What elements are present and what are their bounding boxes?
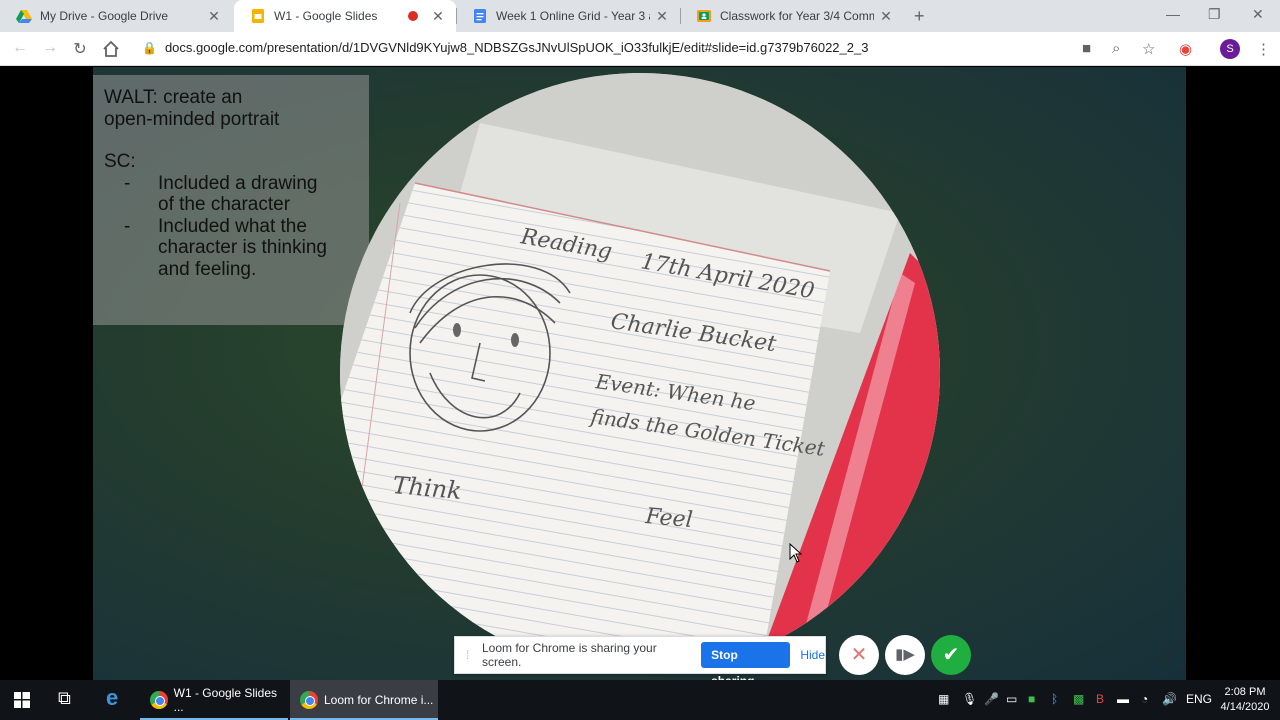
camera-icon[interactable]: ■ (1082, 40, 1091, 57)
cancel-recording-button[interactable]: ✕ (839, 635, 879, 675)
sharing-message: Loom for Chrome is sharing your screen. (481, 641, 657, 669)
slide-text-box: WALT: create an open-minded portrait SC:… (93, 75, 369, 325)
finish-recording-button[interactable]: ✔ (931, 635, 971, 675)
slide-page-number: 3 (1163, 649, 1171, 665)
url-text: docs.google.com/presentation/d/1DVGVNld9… (164, 40, 869, 55)
clock-date: 4/14/2020 (1220, 701, 1270, 713)
bullet-dash: - (124, 215, 131, 237)
criteria-line: of the character (158, 194, 291, 215)
home-icon[interactable] (101, 40, 121, 58)
sc-label: SC: (104, 151, 136, 172)
mic-off-icon[interactable]: 🎙 (962, 692, 977, 706)
pause-recording-button[interactable]: ▮▶ (885, 635, 925, 675)
browser-tab-strip: My Drive - Google Drive ✕ W1 - Google Sl… (0, 0, 1280, 32)
system-clock[interactable]: 2:08 PM 4/14/2020 (1215, 685, 1275, 715)
loom-sharing-bar: ⁞ Loom for Chrome is sharing your screen… (454, 636, 826, 688)
windows-taskbar: ⧉ e W1 - Google Slides ... Loom for Chro… (0, 680, 1280, 720)
tab-google-docs[interactable]: Week 1 Online Grid - Year 3 and ✕ (456, 0, 680, 32)
edge-browser-icon[interactable]: e (106, 685, 118, 711)
checkmark-icon: ✔ (942, 644, 960, 666)
walt-line: WALT: create an (104, 87, 243, 108)
tab-my-drive[interactable]: My Drive - Google Drive ✕ (0, 0, 232, 32)
wifi-icon[interactable]: ◔ (1141, 692, 1148, 706)
bookmark-star-icon[interactable]: ☆ (1142, 40, 1155, 58)
chrome-icon (150, 691, 168, 709)
avatar[interactable]: S (1220, 39, 1240, 59)
google-docs-icon (474, 9, 486, 23)
note-feel: Feel (643, 504, 693, 533)
bullet-dash: - (124, 172, 131, 194)
recording-indicator-icon (408, 11, 418, 21)
language-indicator[interactable]: ENG (1186, 692, 1212, 706)
close-tab-icon[interactable]: ✕ (878, 8, 894, 25)
pause-play-icon: ▮▶ (895, 646, 915, 663)
google-classroom-icon (697, 10, 711, 22)
walt-line: open-minded portrait (104, 108, 280, 130)
close-tab-icon[interactable]: ✕ (654, 8, 670, 25)
windows-start-icon[interactable] (14, 692, 30, 708)
minimize-icon[interactable]: — (1166, 6, 1180, 22)
close-icon: ✕ (850, 644, 868, 666)
restore-icon[interactable]: ❐ (1208, 6, 1221, 23)
taskbar-app-label: W1 - Google Slides ... (173, 686, 278, 714)
spreadsheet-tray-icon[interactable]: ▩ (1073, 692, 1084, 706)
network-status-icon[interactable]: ▦ (938, 692, 949, 706)
close-tab-icon[interactable]: ✕ (206, 8, 222, 25)
chrome-icon (300, 691, 318, 709)
new-tab-button[interactable]: + (914, 6, 925, 27)
tab-title: W1 - Google Slides (274, 9, 378, 23)
taskbar-app-label: Loom for Chrome i... (324, 693, 434, 707)
reload-icon[interactable]: ↻ (70, 39, 90, 59)
volume-icon[interactable]: 🔊 (1162, 692, 1177, 706)
forward-arrow-icon[interactable]: → (40, 39, 60, 57)
mouse-cursor-icon (789, 543, 803, 563)
clock-time: 2:08 PM (1224, 686, 1266, 698)
close-tab-icon[interactable]: ✕ (430, 8, 446, 25)
app-tray-icon[interactable]: ■ (1028, 692, 1035, 706)
stop-sharing-button[interactable]: Stop sharing (701, 642, 791, 688)
zoom-icon[interactable]: ⌕ (1112, 40, 1120, 57)
tab-google-classroom[interactable]: Classwork for Year 3/4 Communi ✕ (680, 0, 904, 32)
tab-title: Classwork for Year 3/4 Communi (720, 9, 874, 23)
address-bar[interactable]: 🔒 docs.google.com/presentation/d/1DVGVNld… (142, 40, 868, 55)
bluetooth-icon[interactable]: ᛒ (1051, 692, 1058, 706)
taskbar-app-loom[interactable]: Loom for Chrome i... (290, 680, 438, 720)
camera-bubble[interactable]: Reading 17th April 2020 Charlie Bucket E… (340, 73, 940, 673)
back-arrow-icon[interactable]: ← (10, 39, 30, 57)
criteria-line: character is thinking (158, 237, 327, 258)
b-tray-icon[interactable]: B (1096, 692, 1104, 706)
taskbar-app-slides[interactable]: W1 - Google Slides ... (140, 680, 288, 720)
close-window-icon[interactable]: ✕ (1252, 6, 1264, 23)
google-slides-icon (252, 9, 264, 23)
criteria-line: Included what the (158, 215, 307, 237)
criteria-item: - Included a drawing of the character (104, 173, 369, 216)
google-drive-icon (16, 10, 32, 23)
tab-title: My Drive - Google Drive (40, 9, 169, 23)
tab-title: Week 1 Online Grid - Year 3 and (496, 9, 650, 23)
criteria-item: - Included what the character is thinkin… (104, 216, 369, 281)
criteria-line: and feeling. (158, 258, 257, 280)
browser-toolbar: ← → ↻ 🔒 docs.google.com/presentation/d/1D… (0, 32, 1280, 66)
drag-handle-icon[interactable]: ⁞ (459, 648, 476, 662)
battery-icon[interactable]: ▬ (1117, 692, 1129, 706)
microphone-icon[interactable]: 🎤 (984, 692, 999, 706)
hide-button[interactable]: Hide (800, 648, 825, 662)
lock-icon: 🔒 (142, 41, 157, 55)
task-view-icon[interactable]: ⧉ (58, 688, 71, 709)
keyboard-icon[interactable]: ▭ (1006, 692, 1017, 706)
tab-google-slides[interactable]: W1 - Google Slides ✕ (234, 0, 456, 32)
criteria-line: Included a drawing (158, 172, 318, 194)
menu-kebab-icon[interactable]: ⋮ (1256, 40, 1271, 58)
extension-icon[interactable]: ◉ (1179, 40, 1192, 58)
camera-feed: Reading 17th April 2020 Charlie Bucket E… (340, 73, 940, 673)
